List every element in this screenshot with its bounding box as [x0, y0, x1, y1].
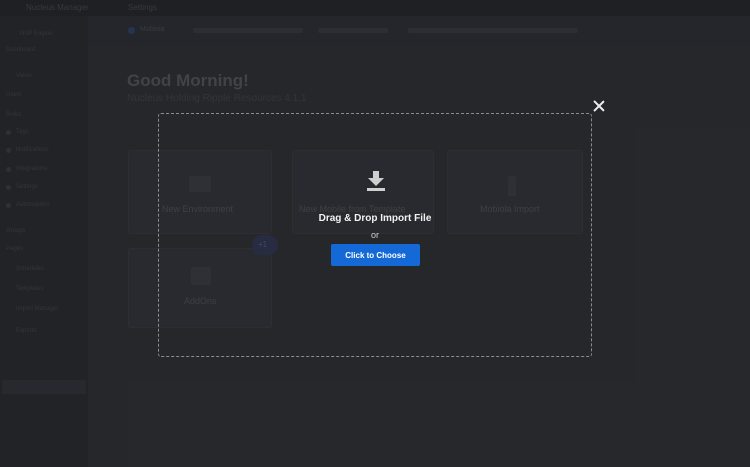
close-icon[interactable]	[591, 98, 607, 114]
download-icon	[367, 171, 385, 191]
dropzone-or-text: or	[370, 230, 379, 240]
dropzone-title: Drag & Drop Import File	[318, 213, 432, 224]
click-to-choose-button[interactable]: Click to Choose	[331, 244, 420, 266]
